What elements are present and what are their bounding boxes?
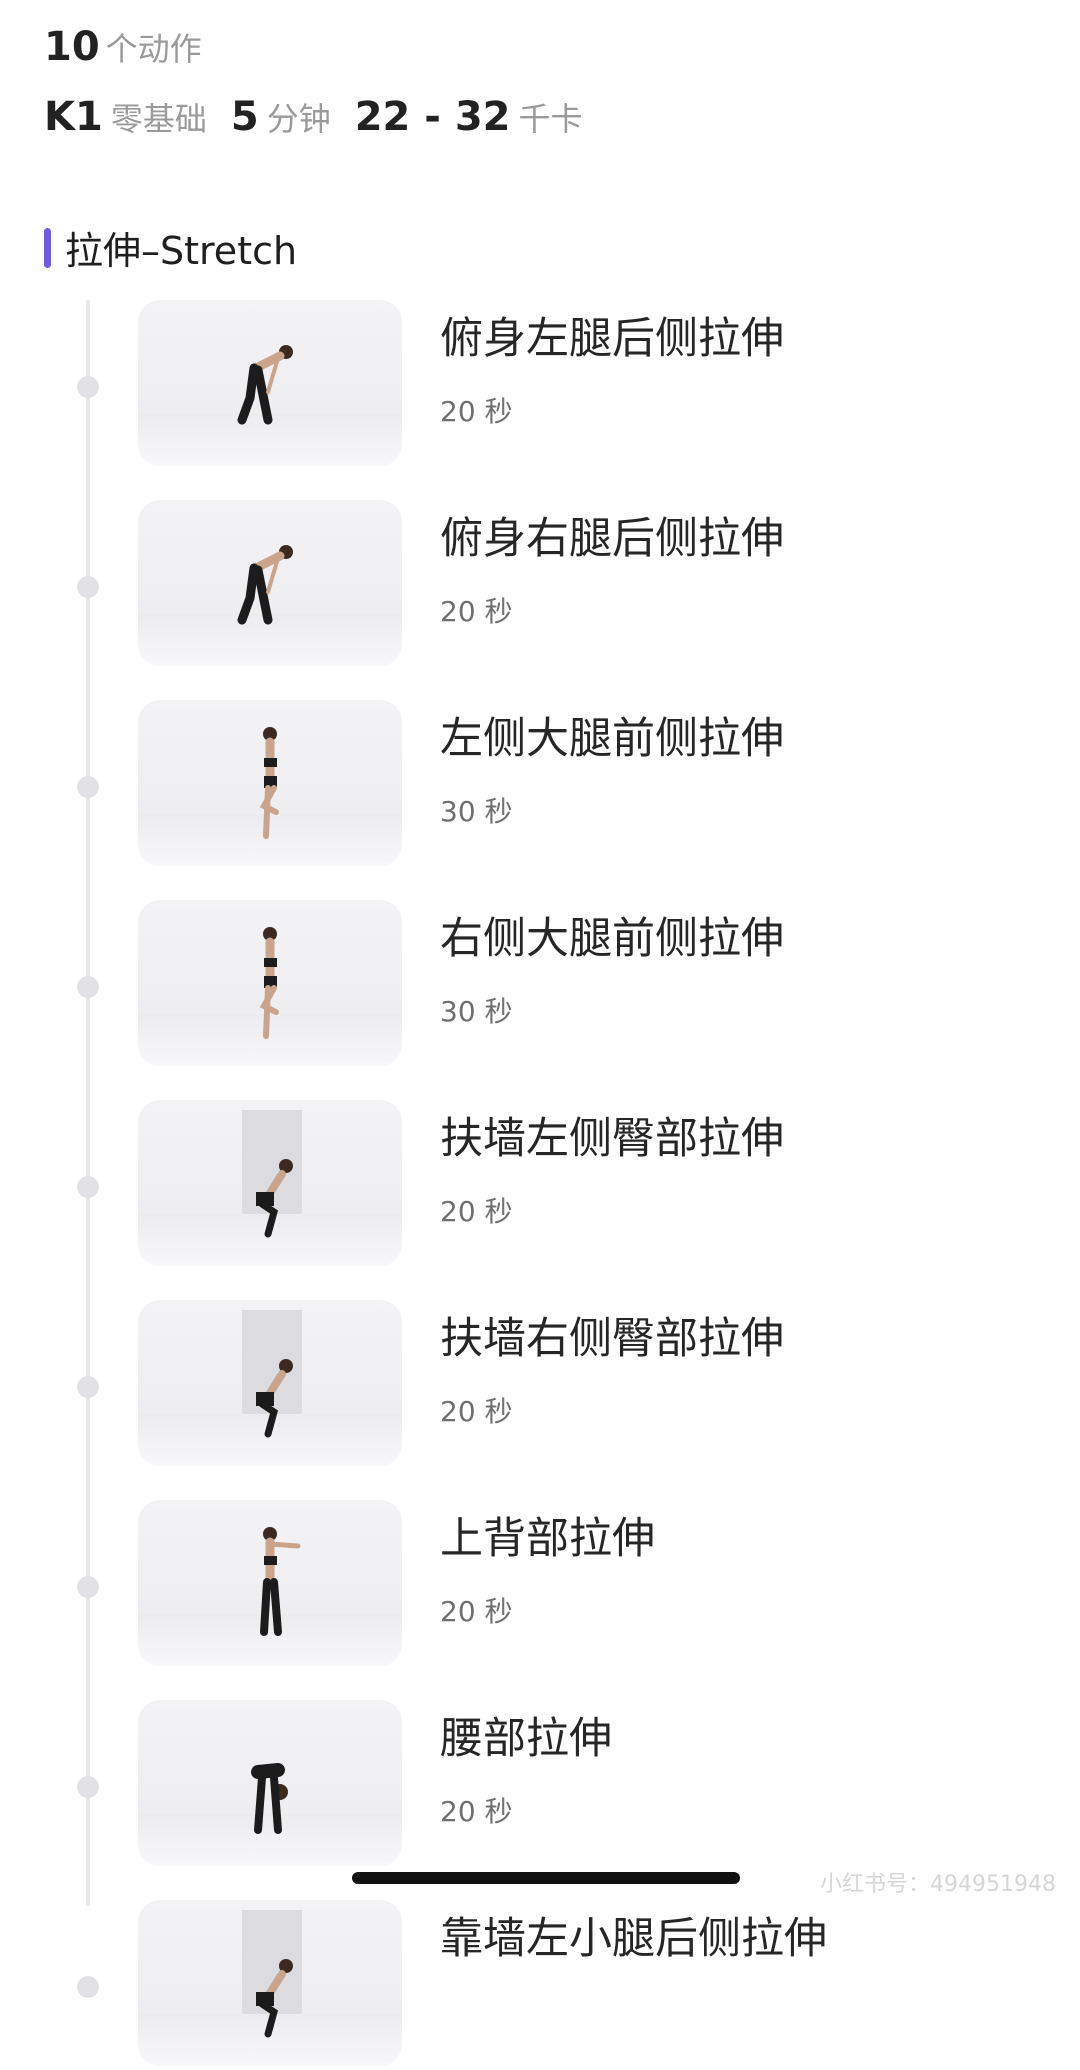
exercise-item[interactable]: 腰部拉伸 20 秒: [0, 1700, 1080, 1870]
action-count-value: 10: [44, 24, 100, 70]
minutes-unit: 分钟: [266, 100, 331, 138]
timeline-dot: [77, 1376, 99, 1398]
duration-stat: 5 分钟: [231, 94, 331, 140]
exercise-name: 靠墙左小腿后侧拉伸: [440, 1914, 827, 1964]
exercise-item[interactable]: 右侧大腿前侧拉伸 30 秒: [0, 900, 1080, 1070]
exercise-item[interactable]: 左侧大腿前侧拉伸 30 秒: [0, 700, 1080, 870]
timeline-dot: [77, 776, 99, 798]
exercise-name: 上背部拉伸: [440, 1514, 655, 1564]
exercise-item[interactable]: 俯身右腿后侧拉伸 20 秒: [0, 500, 1080, 670]
action-count-unit: 个动作: [105, 30, 202, 68]
exercise-item[interactable]: 俯身左腿后侧拉伸 20 秒: [0, 300, 1080, 470]
exercise-name: 扶墙右侧臀部拉伸: [440, 1314, 784, 1364]
exercise-thumbnail[interactable]: [138, 500, 402, 666]
exercise-duration: 30 秒: [440, 995, 513, 1028]
exercise-thumbnail[interactable]: [138, 700, 402, 866]
timeline-dot: [77, 976, 99, 998]
calories-unit: 千卡: [518, 100, 583, 138]
action-count: 10 个动作: [44, 24, 202, 70]
level-unit: 零基础: [110, 100, 207, 138]
exercise-name: 俯身右腿后侧拉伸: [440, 514, 784, 564]
level-value: K1: [44, 94, 103, 140]
timeline-dot: [77, 376, 99, 398]
minutes-value: 5: [230, 94, 259, 140]
exercise-thumbnail[interactable]: [138, 900, 402, 1066]
exercise-thumbnail[interactable]: [138, 1500, 402, 1666]
exercise-duration: 20 秒: [440, 595, 513, 628]
section-header: 拉伸–Stretch: [44, 220, 297, 275]
exercise-name: 左侧大腿前侧拉伸: [440, 714, 784, 764]
exercise-name: 右侧大腿前侧拉伸: [440, 914, 784, 964]
timeline-dot: [77, 1176, 99, 1198]
exercise-thumbnail[interactable]: [138, 1700, 402, 1866]
timeline-dot: [77, 1976, 99, 1998]
exercise-thumbnail[interactable]: [138, 1100, 402, 1266]
exercise-duration: 20 秒: [440, 395, 513, 428]
exercise-name: 腰部拉伸: [440, 1714, 612, 1764]
exercise-item[interactable]: 上背部拉伸 20 秒: [0, 1500, 1080, 1670]
calories-stat: 22 - 32 千卡: [355, 94, 583, 140]
exercise-thumbnail[interactable]: [138, 1900, 402, 2066]
exercise-item[interactable]: 扶墙左侧臀部拉伸 20 秒: [0, 1100, 1080, 1270]
exercise-duration: 20 秒: [440, 1195, 513, 1228]
exercise-item[interactable]: 扶墙右侧臀部拉伸 20 秒: [0, 1300, 1080, 1470]
level-stat: K1 零基础: [44, 94, 207, 140]
exercise-duration: 20 秒: [440, 1395, 513, 1428]
home-indicator: [352, 1872, 740, 1884]
section-title: 拉伸–Stretch: [65, 229, 298, 273]
timeline-dot: [77, 576, 99, 598]
exercise-duration: 20 秒: [440, 1595, 513, 1628]
timeline-dot: [77, 1576, 99, 1598]
exercise-item[interactable]: 靠墙左小腿后侧拉伸: [0, 1900, 1080, 2070]
exercise-duration: 20 秒: [440, 1795, 513, 1828]
exercise-thumbnail[interactable]: [138, 1300, 402, 1466]
exercise-name: 扶墙左侧臀部拉伸: [440, 1114, 784, 1164]
calories-value: 22 - 32: [354, 94, 511, 140]
exercise-name: 俯身左腿后侧拉伸: [440, 314, 784, 364]
watermark: 小红书号：494951948: [820, 1872, 1056, 1897]
section-accent-bar: [44, 227, 51, 268]
workout-stats: K1 零基础 5 分钟 22 - 32 千卡: [44, 94, 607, 140]
exercise-duration: 30 秒: [440, 795, 513, 828]
exercise-thumbnail[interactable]: [138, 300, 402, 466]
timeline-dot: [77, 1776, 99, 1798]
